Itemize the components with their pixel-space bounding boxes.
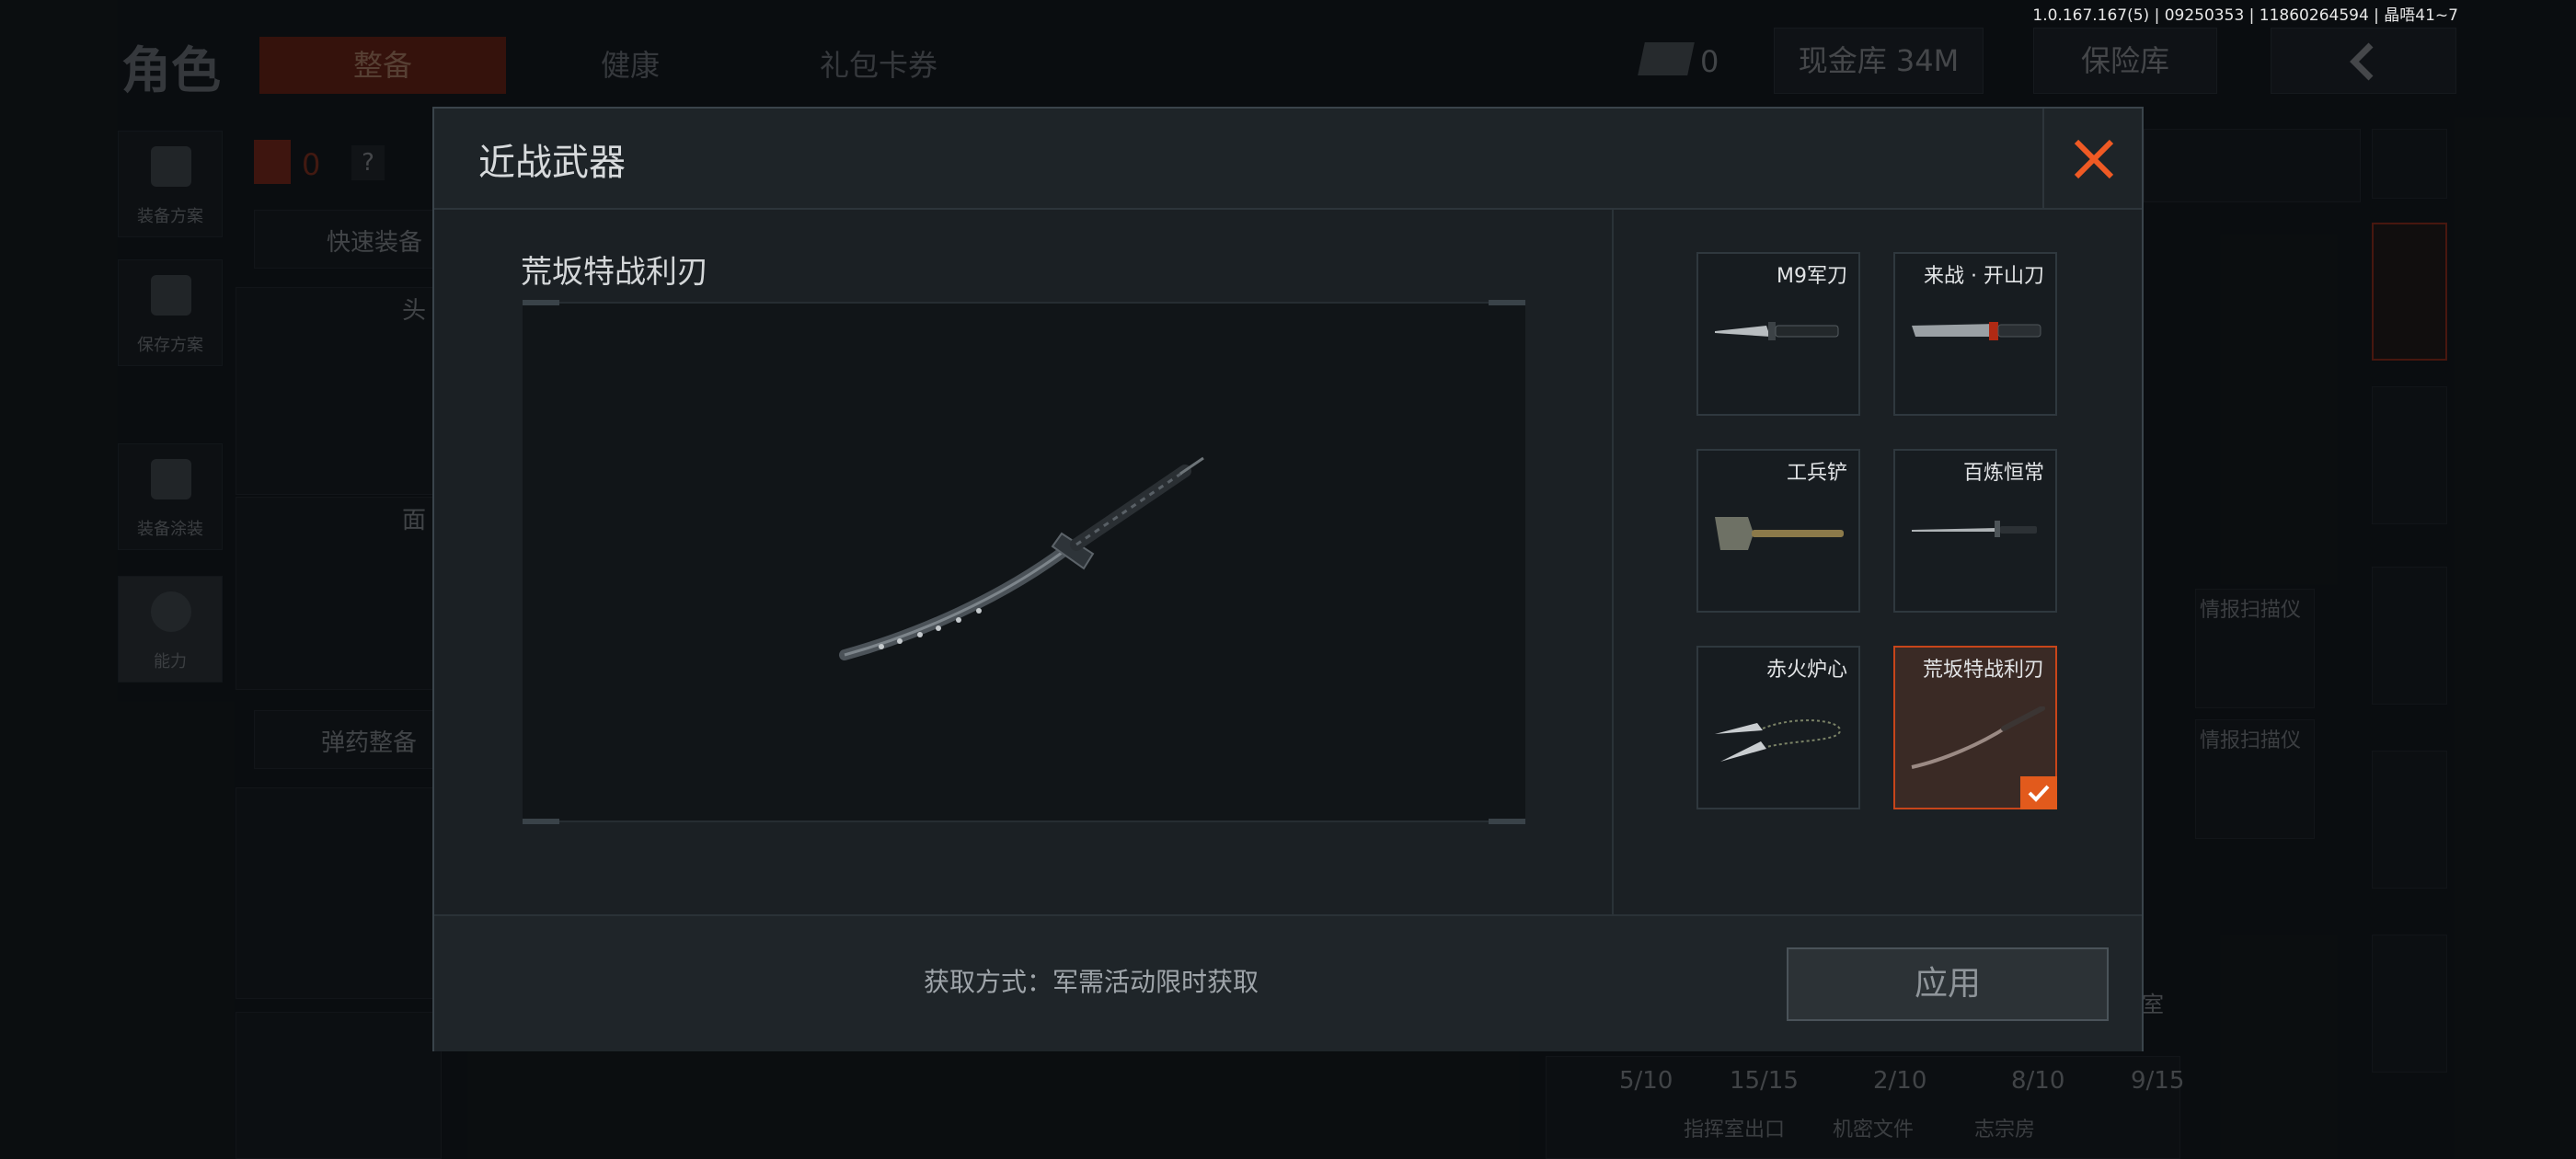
rail-label: 能力: [154, 652, 187, 671]
machete-icon: [1912, 322, 2041, 340]
rail-stack-icon[interactable]: [2372, 129, 2447, 199]
help-icon[interactable]: ?: [351, 145, 385, 180]
item-name: 赤火炉心: [1765, 659, 1847, 682]
acquire-method-text: 获取方式：军需活动限时获取: [924, 967, 1259, 997]
item-name: 工兵铲: [1786, 462, 1847, 485]
item-shovel[interactable]: 工兵铲: [1696, 449, 1860, 613]
rail-weapon-case[interactable]: [2372, 223, 2447, 361]
shovel-icon: [1715, 517, 1844, 550]
back-button[interactable]: [2271, 28, 2456, 94]
item-arasaka-blade[interactable]: 荒坂特战利刃: [1893, 646, 2057, 809]
intel-scanner-slot[interactable]: 情报扫描仪: [2195, 589, 2315, 708]
preview-weapon-name: 荒坂特战利刃: [521, 254, 708, 291]
rail-label: 装备方案: [137, 207, 203, 226]
item-m9-knife[interactable]: M9军刀: [1696, 252, 1860, 416]
rail-equip-skin[interactable]: 装备涂装: [118, 443, 223, 550]
dialog-divider: [1612, 210, 1614, 914]
close-button[interactable]: [2042, 109, 2142, 210]
sword-icon: [1912, 521, 2037, 537]
rail-save-plan[interactable]: 保存方案: [118, 259, 223, 366]
frame-corner: [523, 819, 559, 824]
item-name: M9军刀: [1777, 265, 1847, 288]
download-icon: [151, 275, 191, 316]
bottom-label: 指挥室出口: [1684, 1119, 1786, 1142]
vest-icon: [151, 146, 191, 187]
rail-rifle[interactable]: [2372, 567, 2447, 705]
item-machete[interactable]: 来战 · 开山刀: [1893, 252, 2057, 416]
rail-label: 保存方案: [137, 336, 203, 355]
item-name: 荒坂特战利刃: [1922, 659, 2044, 682]
melee-weapon-dialog: 近战武器 荒坂特战利刃 M9军刀 来战 · 开山刀 工兵铲 百炼恒常 赤火炉心 …: [432, 107, 2144, 1051]
dialog-header: 近战武器: [434, 109, 2142, 210]
item-name: 百炼恒常: [1962, 462, 2044, 485]
frame-corner: [1489, 300, 1525, 305]
dialog-title: 近战武器: [478, 142, 626, 184]
room-label: 室: [2142, 992, 2164, 1017]
intel-scanner-slot[interactable]: 情报扫描仪: [2195, 719, 2315, 839]
intel-scanner-label: 情报扫描仪: [2200, 729, 2302, 752]
insurance-vault-button[interactable]: 保险库: [2033, 28, 2217, 94]
bayonet-icon: [1715, 322, 1839, 340]
bottom-label: 机密文件: [1833, 1119, 1915, 1142]
ticket-count: 0: [1700, 44, 1719, 79]
page-title: 角色: [121, 41, 221, 99]
inventory-count: 8/10: [2011, 1067, 2065, 1095]
rail-magazine[interactable]: [2372, 751, 2447, 889]
item-hundred-forge[interactable]: 百炼恒常: [1893, 449, 2057, 613]
rail-equip-plan[interactable]: 装备方案: [118, 131, 223, 237]
weapon-preview: [523, 300, 1525, 824]
inventory-count: 9/15: [2131, 1067, 2185, 1095]
selected-check-icon: [2020, 776, 2057, 809]
tab-health[interactable]: 健康: [534, 37, 727, 94]
dialog-footer: 获取方式：军需活动限时获取 应用: [434, 914, 2142, 1051]
inventory-count: 2/10: [1873, 1067, 1927, 1095]
twin-blades-icon: [1715, 719, 1842, 762]
helmet-icon: [151, 459, 191, 499]
weapon-slot[interactable]: [236, 1012, 442, 1159]
back-arrow-icon: [2350, 42, 2374, 81]
ammo-equip-button[interactable]: 弹药整备: [254, 710, 438, 769]
quick-equip-label: 快速装备: [327, 229, 423, 257]
rail-grenade[interactable]: [2372, 386, 2447, 524]
item-name: 来战 · 开山刀: [1924, 265, 2044, 288]
katana-icon: [1911, 706, 2045, 769]
tab-equip[interactable]: 整备: [259, 37, 506, 94]
head-slot-label: 头: [402, 297, 427, 325]
cash-vault-button[interactable]: 现金库 34M: [1774, 28, 1984, 94]
frame-corner: [523, 300, 559, 305]
katana-preview-icon: [839, 456, 1204, 660]
bottom-label: 志宗房: [1974, 1119, 2036, 1142]
lightning-icon: [151, 591, 191, 632]
intel-scanner-label: 情报扫描仪: [2200, 599, 2302, 622]
ticket-icon: [1638, 42, 1695, 75]
inventory-count: 5/10: [1619, 1067, 1673, 1095]
version-text: 1.0.167.167(5) | 09250353 | 11860264594 …: [2032, 6, 2458, 25]
weapon-slot[interactable]: [236, 787, 442, 999]
ammo-equip-label: 弹药整备: [321, 729, 418, 757]
inventory-count: 15/15: [1730, 1067, 1799, 1095]
armor-count: 0: [302, 147, 321, 182]
rail-label: 装备涂装: [137, 520, 203, 539]
armor-icon: [254, 140, 291, 184]
close-x-icon: [2074, 139, 2114, 179]
face-slot[interactable]: 面: [236, 497, 442, 690]
rail-bottle[interactable]: [2372, 935, 2447, 1073]
top-right-panel: [2144, 129, 2361, 202]
head-slot[interactable]: 头: [236, 287, 442, 495]
item-red-fire-core[interactable]: 赤火炉心: [1696, 646, 1860, 809]
apply-button[interactable]: 应用: [1787, 947, 2109, 1021]
tab-gift-coupons[interactable]: 礼包卡券: [754, 37, 1003, 94]
quick-equip-button[interactable]: 快速装备: [254, 210, 438, 269]
face-slot-label: 面: [402, 507, 427, 534]
frame-corner: [1489, 819, 1525, 824]
rail-ability[interactable]: 能力: [118, 576, 223, 683]
